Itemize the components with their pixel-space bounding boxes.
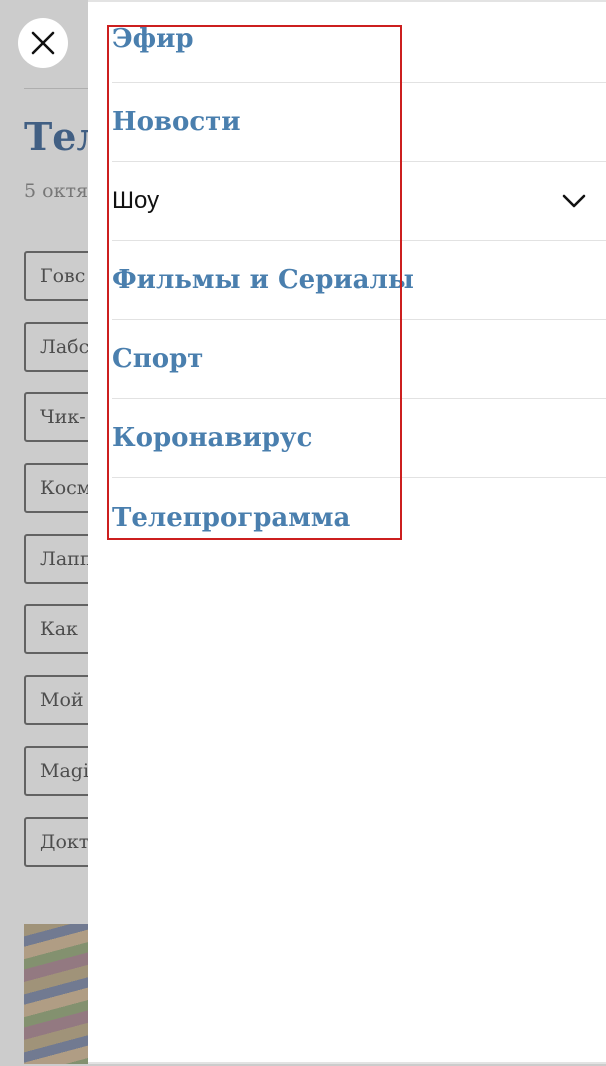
menu-item-label: Фильмы и Сериалы — [112, 265, 414, 295]
nav-menu: Эфир Новости Шоу Фильмы и Сериалы Спорт … — [112, 2, 606, 557]
close-icon — [31, 31, 55, 55]
menu-item-efir[interactable]: Эфир — [112, 2, 606, 83]
drawer-border — [88, 1062, 606, 1064]
menu-item-shou[interactable]: Шоу — [112, 162, 606, 241]
menu-item-label: Спорт — [112, 344, 204, 374]
menu-item-koronavirus[interactable]: Коронавирус — [112, 399, 606, 478]
menu-item-label: Шоу — [112, 187, 160, 214]
menu-item-teleprogramma[interactable]: Телепрограмма — [112, 478, 606, 557]
menu-item-filmy-serialy[interactable]: Фильмы и Сериалы — [112, 241, 606, 320]
chevron-down-icon[interactable] — [560, 191, 588, 211]
menu-item-label: Телепрограмма — [112, 502, 351, 533]
close-button[interactable] — [18, 18, 68, 68]
menu-item-label: Эфир — [112, 24, 194, 54]
menu-item-label: Новости — [112, 107, 241, 137]
menu-item-novosti[interactable]: Новости — [112, 83, 606, 162]
menu-item-label: Коронавирус — [112, 423, 313, 453]
menu-item-sport[interactable]: Спорт — [112, 320, 606, 399]
